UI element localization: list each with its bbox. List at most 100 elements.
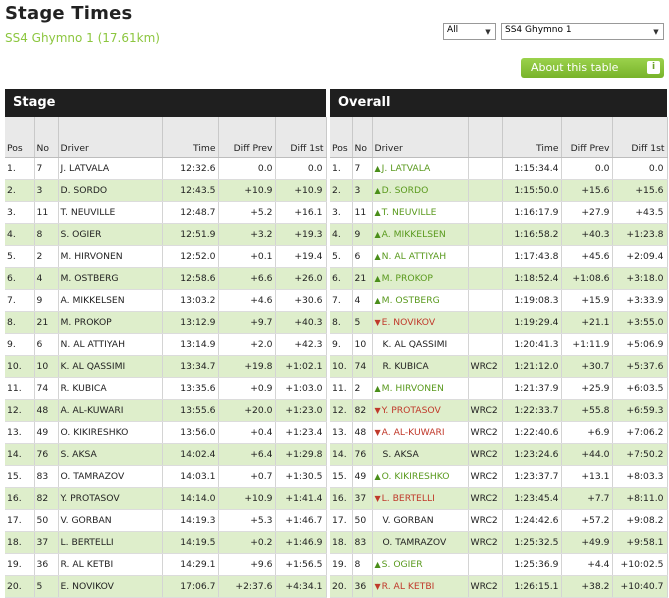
table-row: 14. 76 S. AKSA WRC2 1:23:24.6 +44.0 +7:50.2 [330, 443, 668, 466]
pos-cell: 3. [5, 201, 35, 224]
diff-first-cell: +1:23.8 [612, 223, 668, 246]
car-number-cell: 2 [352, 377, 373, 400]
diff-first-cell: +19.3 [275, 223, 327, 246]
diff-prev-cell: 0.0 [561, 157, 613, 180]
car-number-cell: 6 [34, 333, 59, 356]
diff-prev-cell: +30.7 [561, 355, 613, 378]
pos-cell: 1. [5, 157, 35, 180]
pos-cell: 15. [5, 465, 35, 488]
car-number-cell: 6 [352, 245, 373, 268]
time-cell: 13:35.6 [162, 377, 219, 400]
pos-cell: 2. [5, 179, 35, 202]
table-row: 1. 7 J. LATVALA 12:32.6 0.0 0.0 [5, 157, 327, 180]
driver-name: K. AL QASSIMI [382, 338, 448, 350]
diff-prev-cell: +15.6 [561, 179, 613, 202]
table-row: 12. 82 ▼Y. PROTASOV WRC2 1:22:33.7 +55.8 +6:59… [330, 399, 668, 422]
table-row: 13. 48 ▼A. AL-KUWARI WRC2 1:22:40.6 +6.9 +7:06… [330, 421, 668, 444]
car-number-cell: 76 [352, 443, 373, 466]
driver-cell: R. AL KETBI [58, 553, 163, 576]
time-cell: 1:26:15.1 [502, 575, 562, 598]
car-number-cell: 82 [352, 399, 373, 422]
time-cell: 1:19:29.4 [502, 311, 562, 334]
pos-cell: 18. [5, 531, 35, 554]
driver-cell: A. MIKKELSEN [58, 289, 163, 312]
stage-select[interactable]: SS4 Ghymno 1 ▼ [501, 23, 664, 40]
col-driver: Driver [58, 117, 163, 158]
class-filter-select[interactable]: All ▼ [443, 23, 496, 40]
stage-subtitle: SS4 Ghymno 1 (17.61km) [5, 31, 160, 45]
driver-cell: ▼Y. PROTASOV [372, 399, 469, 422]
diff-prev-cell: +57.2 [561, 509, 613, 532]
pos-cell: 13. [330, 421, 353, 444]
car-number-cell: 49 [352, 465, 373, 488]
pos-cell: 11. [330, 377, 353, 400]
diff-prev-cell: +1:11.9 [561, 333, 613, 356]
table-row: 10. 74 R. KUBICA WRC2 1:21:12.0 +30.7 +5:37.6 [330, 355, 668, 378]
col-driver: Driver [372, 117, 469, 158]
table-row: 6. 4 M. OSTBERG 12:58.6 +6.6 +26.0 [5, 267, 327, 290]
time-cell: 1:16:58.2 [502, 223, 562, 246]
driver-cell: A. AL-KUWARI [58, 399, 163, 422]
driver-cell: S. AKSA [372, 443, 469, 466]
about-table-button[interactable]: About this table i [521, 58, 664, 78]
arrow-up-icon: ▲ [374, 295, 381, 305]
driver-cell: ▼R. AL KETBI [372, 575, 469, 598]
pos-cell: 6. [5, 267, 35, 290]
diff-prev-cell: +4.4 [561, 553, 613, 576]
table-row: 16. 37 ▼L. BERTELLI WRC2 1:23:45.4 +7.7 +8:11.… [330, 487, 668, 510]
diff-first-cell: +1:29.8 [275, 443, 327, 466]
diff-prev-cell: +21.1 [561, 311, 613, 334]
time-cell: 13:34.7 [162, 355, 219, 378]
driver-cell: L. BERTELLI [58, 531, 163, 554]
diff-first-cell: +1:56.5 [275, 553, 327, 576]
time-cell: 1:19:08.3 [502, 289, 562, 312]
col-class [468, 117, 503, 158]
time-cell: 1:24:42.6 [502, 509, 562, 532]
page-title: Stage Times [5, 3, 133, 24]
diff-prev-cell: +55.8 [561, 399, 613, 422]
driver-cell: V. GORBAN [58, 509, 163, 532]
driver-cell: J. LATVALA [58, 157, 163, 180]
diff-prev-cell: +0.4 [218, 421, 276, 444]
driver-cell: M. PROKOP [58, 311, 163, 334]
driver-name: R. AL KETBI [381, 580, 435, 592]
table-row: 14. 76 S. AKSA 14:02.4 +6.4 +1:29.8 [5, 443, 327, 466]
diff-first-cell: +2:09.4 [612, 245, 668, 268]
car-number-cell: 74 [34, 377, 59, 400]
table-row: 18. 37 L. BERTELLI 14:19.5 +0.2 +1:46.9 [5, 531, 327, 554]
driver-cell: ▲N. AL ATTIYAH [372, 245, 469, 268]
table-row: 5. 6 ▲N. AL ATTIYAH 1:17:43.8 +45.6 +2:09.4 [330, 245, 668, 268]
car-number-cell: 83 [352, 531, 373, 554]
diff-prev-cell: +27.9 [561, 201, 613, 224]
diff-prev-cell: +2:37.6 [218, 575, 276, 598]
car-number-cell: 48 [352, 421, 373, 444]
diff-first-cell: +43.5 [612, 201, 668, 224]
car-number-cell: 3 [352, 179, 373, 202]
diff-first-cell: 0.0 [275, 157, 327, 180]
table-row: 7. 9 A. MIKKELSEN 13:03.2 +4.6 +30.6 [5, 289, 327, 312]
table-row: 16. 82 Y. PROTASOV 14:14.0 +10.9 +1:41.4 [5, 487, 327, 510]
stage-select-value: SS4 Ghymno 1 [505, 25, 572, 35]
table-row: 6. 21 ▲M. PROKOP 1:18:52.4 +1:08.6 +3:18.0 [330, 267, 668, 290]
arrow-down-icon: ▼ [374, 493, 381, 503]
car-number-cell: 76 [34, 443, 59, 466]
diff-prev-cell: +40.3 [561, 223, 613, 246]
pos-cell: 7. [330, 289, 353, 312]
about-table-label: About this table [531, 61, 619, 74]
diff-prev-cell: +6.9 [561, 421, 613, 444]
diff-first-cell: +1:23.0 [275, 399, 327, 422]
pos-cell: 16. [5, 487, 35, 510]
diff-first-cell: +16.1 [275, 201, 327, 224]
col-diff-first: Diff 1st [612, 117, 668, 158]
driver-cell: ▲J. LATVALA [372, 157, 469, 180]
info-icon: i [647, 61, 660, 74]
arrow-up-icon: ▲ [374, 207, 381, 217]
pos-cell: 11. [5, 377, 35, 400]
col-no: No [34, 117, 59, 158]
car-number-cell: 21 [352, 267, 373, 290]
diff-first-cell: +26.0 [275, 267, 327, 290]
diff-first-cell: +30.6 [275, 289, 327, 312]
table-row: 17. 50 V. GORBAN WRC2 1:24:42.6 +57.2 +9:08.2 [330, 509, 668, 532]
table-row: 2. 3 D. SORDO 12:43.5 +10.9 +10.9 [5, 179, 327, 202]
class-cell: WRC2 [468, 443, 503, 466]
